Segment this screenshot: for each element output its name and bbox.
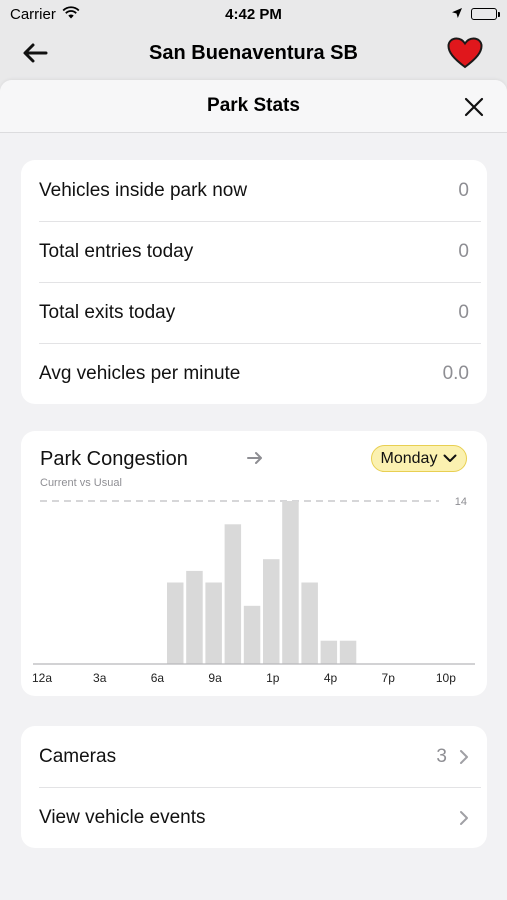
chart-bar-7a xyxy=(167,582,184,664)
vehicle-events-row[interactable]: View vehicle events xyxy=(21,787,487,848)
stat-value: 0 xyxy=(458,179,469,201)
cameras-count: 3 xyxy=(436,745,447,767)
stat-label: Total entries today xyxy=(39,240,194,262)
chart-bar-3p xyxy=(320,640,338,664)
chart-subtitle: Current vs Usual xyxy=(40,477,122,489)
x-tick-label: 1p xyxy=(266,671,280,685)
status-left: Carrier xyxy=(10,6,80,23)
chart-bar-9a xyxy=(205,582,222,664)
x-tick-label: 4p xyxy=(324,671,338,685)
congestion-card: 14 12a 3a 6a 9a 1p 4p 7p 10p Park Congestion Cur… xyxy=(21,431,487,696)
chart-title: Park Congestion xyxy=(40,448,188,470)
cameras-row[interactable]: Cameras 3 xyxy=(21,726,487,787)
close-button[interactable] xyxy=(463,96,485,118)
chart-bar-10a xyxy=(224,524,242,664)
carrier-label: Carrier xyxy=(10,5,56,23)
stat-label: Avg vehicles per minute xyxy=(39,362,241,384)
chart-header: Park Congestion Current vs Usual xyxy=(40,448,188,489)
back-arrow-icon xyxy=(23,43,48,63)
stat-value: 0 xyxy=(458,301,469,323)
chart-bar-12p xyxy=(263,559,280,664)
max-value-label: 14 xyxy=(455,496,467,508)
stats-card: Vehicles inside park now 0 Total entries… xyxy=(21,160,487,404)
link-label: Cameras xyxy=(39,745,117,767)
open-chart-button[interactable] xyxy=(246,449,264,467)
status-right xyxy=(451,6,500,23)
park-stats-sheet: Park Stats Vehicles inside park now 0 To… xyxy=(0,80,507,900)
chart-bar-8a xyxy=(186,570,203,664)
sheet-title: Park Stats xyxy=(207,95,300,116)
chart-bar-11a xyxy=(243,605,261,664)
day-selector-label: Monday xyxy=(380,449,438,467)
battery-icon xyxy=(471,8,500,20)
stat-row-avg-per-minute: Avg vehicles per minute 0.0 xyxy=(21,343,487,404)
stat-label: Total exits today xyxy=(39,301,176,323)
stat-label: Vehicles inside park now xyxy=(39,179,248,201)
nav-bar: San Buenaventura SB xyxy=(0,28,507,78)
x-tick-label: 10p xyxy=(436,671,456,685)
stat-value: 0 xyxy=(458,240,469,262)
chevron-right-icon xyxy=(460,810,468,825)
chart-bar-4p xyxy=(339,640,357,664)
location-arrow-icon xyxy=(451,6,463,23)
x-tick-label: 9a xyxy=(208,671,222,685)
stat-row-vehicles-inside: Vehicles inside park now 0 xyxy=(21,160,487,221)
x-tick-label: 6a xyxy=(151,671,165,685)
stat-row-total-entries: Total entries today 0 xyxy=(21,221,487,282)
chevron-down-icon xyxy=(443,454,457,462)
x-tick-label: 3a xyxy=(93,671,107,685)
status-bar: Carrier 4:42 PM xyxy=(0,0,507,28)
x-tick-label: 7p xyxy=(382,671,396,685)
x-tick-label: 12a xyxy=(32,671,52,685)
close-icon xyxy=(464,97,484,117)
chart-bar-1p xyxy=(282,501,299,664)
heart-icon xyxy=(447,37,483,69)
arrow-right-icon xyxy=(247,452,262,464)
link-right xyxy=(459,810,469,826)
page-title: San Buenaventura SB xyxy=(149,41,358,64)
link-label: View vehicle events xyxy=(39,806,206,828)
back-button[interactable] xyxy=(22,40,52,66)
link-right: 3 xyxy=(436,746,469,768)
stat-value: 0.0 xyxy=(442,362,469,384)
links-card: Cameras 3 View vehicle events xyxy=(21,726,487,848)
stat-row-total-exits: Total exits today 0 xyxy=(21,282,487,343)
sheet-header: Park Stats xyxy=(0,80,507,133)
chevron-right-icon xyxy=(460,749,468,764)
day-selector[interactable]: Monday xyxy=(371,445,467,472)
favorite-button[interactable] xyxy=(447,37,483,69)
wifi-icon xyxy=(62,5,80,23)
chart-bar-2p xyxy=(301,582,318,664)
